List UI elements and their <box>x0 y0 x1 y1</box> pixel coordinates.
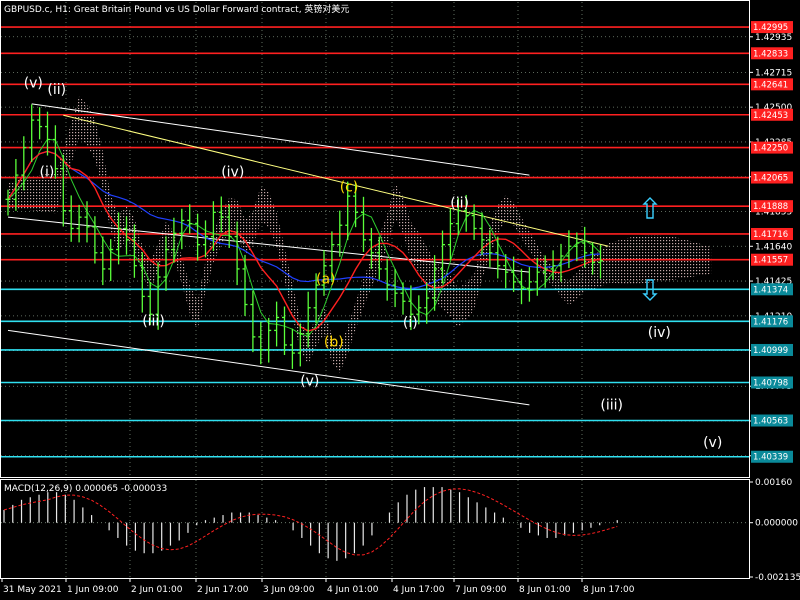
time-tick-label: 31 May 2021 <box>3 585 62 595</box>
price-tick-label: 1.42715 <box>755 68 792 78</box>
level-badge-label: 1.40563 <box>753 417 788 427</box>
time-tick-label: 7 Jun 09:00 <box>455 585 507 595</box>
level-badge-label: 1.42641 <box>753 80 788 90</box>
wave-label: (iii) <box>142 314 165 330</box>
macd-axis[interactable]: 0.00160 0.000000 -0.002135 <box>749 478 800 583</box>
wave-label: (v) <box>24 76 43 92</box>
level-badge-label: 1.42065 <box>753 174 788 184</box>
macd-tick-label: 0.000000 <box>755 519 798 529</box>
buy-arrow-icon <box>642 197 658 219</box>
wave-label: (c) <box>340 179 359 195</box>
level-badge-label: 1.41176 <box>753 317 788 327</box>
trendline <box>63 114 609 247</box>
macd-grid <box>1 480 749 578</box>
level-badge-label: 1.40999 <box>753 346 788 356</box>
time-tick-label: 1 Jun 09:00 <box>67 585 119 595</box>
chart-title: GBPUSD.c, H1: Great Britain Pound vs US … <box>4 3 349 15</box>
price-tick-label: 1.42935 <box>755 33 792 43</box>
macd-tick-label: 0.00160 <box>755 478 792 488</box>
wave-label: (ii) <box>450 195 469 211</box>
level-badge-label: 1.42995 <box>753 23 788 33</box>
time-axis[interactable]: 31 May 2021 1 Jun 09:00 2 Jun 01:00 2 Jun 1… <box>1 578 635 595</box>
chart-canvas[interactable]: (v) (ii)(i)(iii)(iv)(c)(a)(b)(v)(ii)(i)(i… <box>0 0 800 600</box>
macd-histogram <box>3 487 618 561</box>
macd-label: MACD(12,26,9) 0.000065 -0.000033 <box>4 484 167 494</box>
moving-averages <box>7 138 601 337</box>
level-badge-label: 1.41888 <box>753 202 788 212</box>
time-tick-label: 4 Jun 01:00 <box>327 585 379 595</box>
wave-label: (iv) <box>648 325 671 341</box>
wave-label: (iv) <box>221 165 244 181</box>
level-badge-label: 1.42453 <box>753 111 788 121</box>
wave-label: (i) <box>40 165 55 181</box>
level-badge-label: 1.41557 <box>753 256 788 266</box>
level-badge-label: 1.40798 <box>753 378 788 388</box>
level-badge-label: 1.41374 <box>753 285 788 295</box>
time-tick-label: 2 Jun 01:00 <box>131 585 183 595</box>
wave-label: (i) <box>403 315 418 331</box>
level-badge-label: 1.41716 <box>753 230 788 240</box>
lagging-line <box>7 138 601 337</box>
macd-panel-frame <box>0 479 750 579</box>
wave-label: (v) <box>703 435 722 451</box>
time-tick-label: 3 Jun 09:00 <box>263 585 315 595</box>
wave-label: (v) <box>300 373 319 389</box>
wave-label: (ii) <box>47 82 66 98</box>
wave-label: (iii) <box>600 398 623 414</box>
level-badge-label: 1.40339 <box>753 453 788 463</box>
time-tick-label: 8 Jun 01:00 <box>519 585 571 595</box>
time-tick-label: 8 Jun 17:00 <box>583 585 635 595</box>
time-tick-label: 4 Jun 17:00 <box>393 585 445 595</box>
macd-tick-label: -0.002135 <box>755 573 800 583</box>
time-tick-label: 2 Jun 17:00 <box>197 585 249 595</box>
level-badge-label: 1.42250 <box>753 144 788 154</box>
level-badge-label: 1.42833 <box>753 49 788 59</box>
price-axis[interactable]: 1.429351.427151.425001.422851.420701.418… <box>749 33 792 462</box>
wave-label: (b) <box>324 335 344 351</box>
wave-label: (a) <box>316 271 336 287</box>
price-tick-label: 1.41640 <box>755 242 792 252</box>
